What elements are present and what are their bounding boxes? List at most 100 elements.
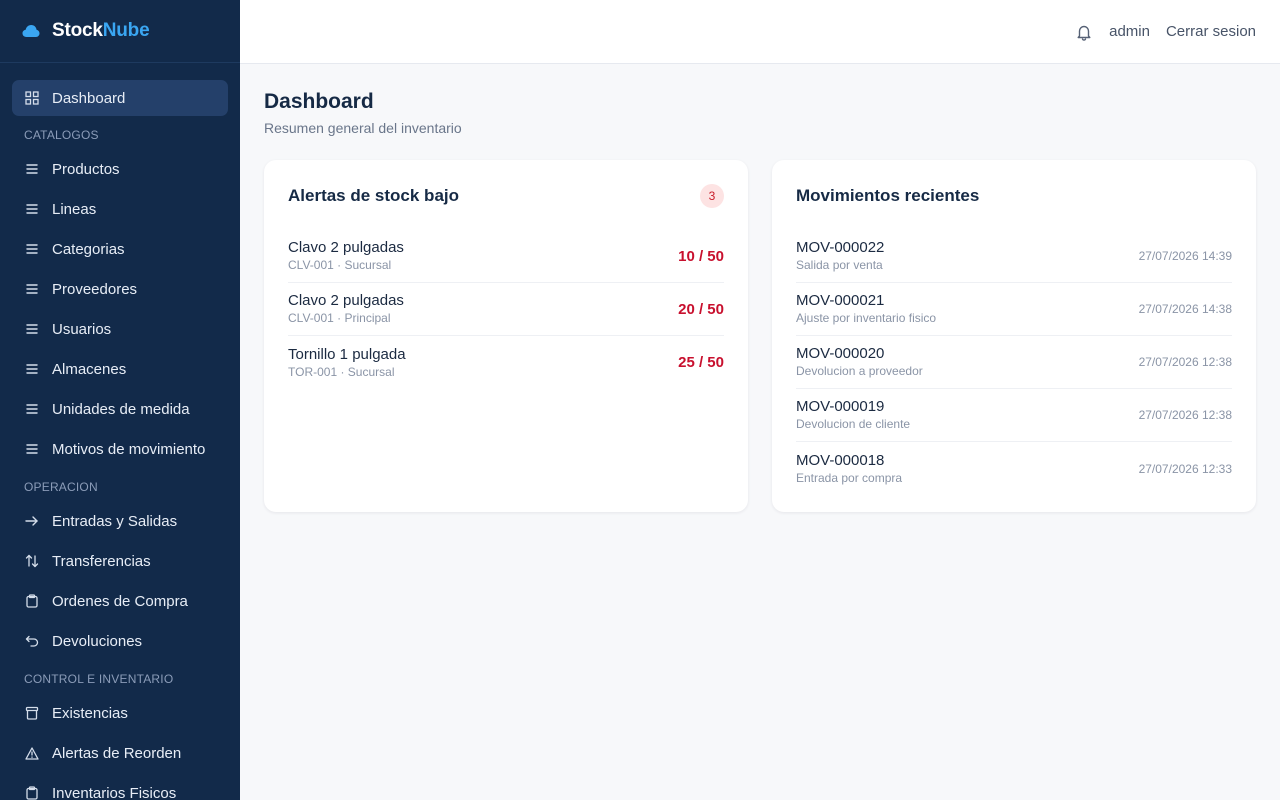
sidebar-item-almacenes[interactable]: Almacenes xyxy=(12,351,228,387)
sidebar-item-usuarios[interactable]: Usuarios xyxy=(12,311,228,347)
sidebar-item-label: Motivos de movimiento xyxy=(52,440,206,458)
stock-level: 10 / 50 xyxy=(678,247,724,265)
sidebar-item-transferencias[interactable]: Transferencias xyxy=(12,543,228,579)
clipboard-icon xyxy=(24,593,40,609)
sidebar-item-lineas[interactable]: Lineas xyxy=(12,191,228,227)
row-title: MOV-000018 xyxy=(796,451,885,469)
sidebar-item-categorias[interactable]: Categorias xyxy=(12,231,228,267)
sidebar-item-existencias[interactable]: Existencias xyxy=(12,695,228,731)
page-title: Dashboard xyxy=(264,90,374,113)
card-header: Alertas de stock bajo 3 xyxy=(288,184,724,208)
page-subtitle: Resumen general del inventario xyxy=(264,120,462,136)
row-info: Tornillo 1 pulgada TOR-001 · Sucursal xyxy=(288,346,406,380)
menu-icon xyxy=(24,321,40,337)
sidebar-item-label: Dashboard xyxy=(52,89,126,107)
card-title: Movimientos recientes xyxy=(796,186,980,205)
movement-row[interactable]: MOV-000018 Entrada por compra 27/07/2026 1… xyxy=(796,442,1232,495)
cloud-icon xyxy=(22,25,40,37)
alerts-list: Clavo 2 pulgadas CLV-001 · Sucursal 10 / 5… xyxy=(288,230,724,389)
operacion-list: Entradas y Salidas Transferencias Ordenes … xyxy=(0,503,240,659)
row-subtitle: Entrada por compra xyxy=(796,470,903,485)
main-content: Dashboard Resumen general del inventario… xyxy=(264,90,1256,512)
row-title: MOV-000021 xyxy=(796,292,885,309)
row-title: Clavo 2 pulgadas xyxy=(288,292,404,309)
menu-icon xyxy=(24,361,40,377)
user-name[interactable]: admin xyxy=(1109,23,1150,40)
stock-level: 20 / 50 xyxy=(678,300,724,318)
sidebar-item-label: Categorias xyxy=(52,240,125,258)
section-control: CONTROL E INVENTARIO xyxy=(24,672,174,686)
sidebar-item-label: Inventarios Fisicos xyxy=(52,784,177,800)
row-info: MOV-000018 Entrada por compra xyxy=(796,452,902,486)
row-title: Tornillo 1 pulgada xyxy=(288,345,406,363)
row-info: Clavo 2 pulgadas CLV-001 · Sucursal xyxy=(288,239,404,273)
row-title: Clavo 2 pulgadas xyxy=(288,239,404,256)
recent-movements-card: Movimientos recientes MOV-000022 Salida p… xyxy=(772,160,1256,512)
bell-icon[interactable] xyxy=(1075,23,1093,41)
sidebar: StockNube Dashboard CATALOGOS Productos L… xyxy=(0,0,240,800)
card-header: Movimientos recientes xyxy=(796,184,1232,208)
movement-date: 27/07/2026 12:38 xyxy=(1138,408,1232,422)
row-title: MOV-000019 xyxy=(796,398,885,415)
movement-date: 27/07/2026 14:38 xyxy=(1138,302,1232,316)
sidebar-item-label: Productos xyxy=(52,160,120,178)
row-subtitle: Ajuste por inventario fisico xyxy=(796,311,937,325)
archive-icon xyxy=(24,705,40,721)
sidebar-item-label: Transferencias xyxy=(52,552,151,570)
movement-row[interactable]: MOV-000022 Salida por venta 27/07/2026 14:… xyxy=(796,230,1232,283)
brand[interactable]: StockNube xyxy=(0,0,240,63)
sidebar-item-entradas-y-salidas[interactable]: Entradas y Salidas xyxy=(12,503,228,539)
row-subtitle: CLV-001 · Principal xyxy=(288,311,391,325)
menu-icon xyxy=(24,241,40,257)
alert-row[interactable]: Tornillo 1 pulgada TOR-001 · Sucursal 25 /… xyxy=(288,336,724,389)
movement-row[interactable]: MOV-000019 Devolucion de cliente 27/07/202… xyxy=(796,389,1232,442)
movements-list: MOV-000022 Salida por venta 27/07/2026 14:… xyxy=(796,230,1232,495)
sidebar-item-devoluciones[interactable]: Devoluciones xyxy=(12,623,228,659)
movement-row[interactable]: MOV-000020 Devolucion a proveedor 27/07/20… xyxy=(796,336,1232,389)
sidebar-item-label: Entradas y Salidas xyxy=(52,512,178,530)
catalogos-list: Productos Lineas Categorias Proveedores Usua… xyxy=(0,151,240,467)
sidebar-item-inventarios-fisicos[interactable]: Inventarios Fisicos xyxy=(12,775,228,800)
undo-icon xyxy=(24,633,40,649)
alert-row[interactable]: Clavo 2 pulgadas CLV-001 · Principal 20 / … xyxy=(288,283,724,336)
row-info: MOV-000022 Salida por venta xyxy=(796,239,884,273)
stock-level: 25 / 50 xyxy=(678,354,724,371)
sidebar-item-label: Unidades de medida xyxy=(52,400,190,418)
section-operacion: OPERACION xyxy=(24,480,98,494)
menu-icon xyxy=(24,201,40,217)
sidebar-item-ordenes-de-compra[interactable]: Ordenes de Compra xyxy=(12,583,228,619)
menu-icon xyxy=(24,441,40,457)
row-subtitle: Devolucion de cliente xyxy=(796,417,911,431)
sidebar-item-alertas-de-reorden[interactable]: Alertas de Reorden xyxy=(12,735,228,771)
sidebar-item-productos[interactable]: Productos xyxy=(12,151,228,187)
row-subtitle: Salida por venta xyxy=(796,258,883,272)
sidebar-item-label: Proveedores xyxy=(52,280,138,298)
grid-icon xyxy=(24,90,40,106)
row-info: MOV-000020 Devolucion a proveedor xyxy=(796,345,923,379)
brand-name: StockNube xyxy=(52,20,150,42)
menu-icon xyxy=(24,161,40,177)
logout-link[interactable]: Cerrar sesion xyxy=(1166,23,1256,40)
movement-row[interactable]: MOV-000021 Ajuste por inventario fisico 27… xyxy=(796,283,1232,336)
movement-date: 27/07/2026 14:39 xyxy=(1138,249,1232,263)
sidebar-item-dashboard[interactable]: Dashboard xyxy=(12,80,228,116)
stock-alerts-card: Alertas de stock bajo 3 Clavo 2 pulgadas… xyxy=(264,160,748,512)
sidebar-item-proveedores[interactable]: Proveedores xyxy=(12,271,228,307)
card-title: Alertas de stock bajo xyxy=(288,186,460,205)
brand-name-part1: Stock xyxy=(52,20,103,41)
topbar: admin Cerrar sesion xyxy=(240,0,1280,64)
movement-date: 27/07/2026 12:38 xyxy=(1138,355,1232,369)
section-catalogos: CATALOGOS xyxy=(24,128,99,142)
control-list: Existencias Alertas de Reorden Inventarios… xyxy=(0,695,240,800)
alert-row[interactable]: Clavo 2 pulgadas CLV-001 · Sucursal 10 / 5… xyxy=(288,230,724,283)
sidebar-item-label: Almacenes xyxy=(52,360,127,378)
sidebar-item-label: Ordenes de Compra xyxy=(52,592,188,610)
sidebar-item-label: Usuarios xyxy=(52,320,112,338)
row-subtitle: CLV-001 · Sucursal xyxy=(288,258,392,272)
row-title: MOV-000020 xyxy=(796,345,885,362)
menu-icon xyxy=(24,401,40,417)
sidebar-nav: Dashboard CATALOGOS Productos Lineas Categ… xyxy=(0,63,240,800)
sidebar-item-motivos-de-movimiento[interactable]: Motivos de movimiento xyxy=(12,431,228,467)
row-title: MOV-000022 xyxy=(796,239,885,256)
sidebar-item-unidades-de-medida[interactable]: Unidades de medida xyxy=(12,391,228,427)
